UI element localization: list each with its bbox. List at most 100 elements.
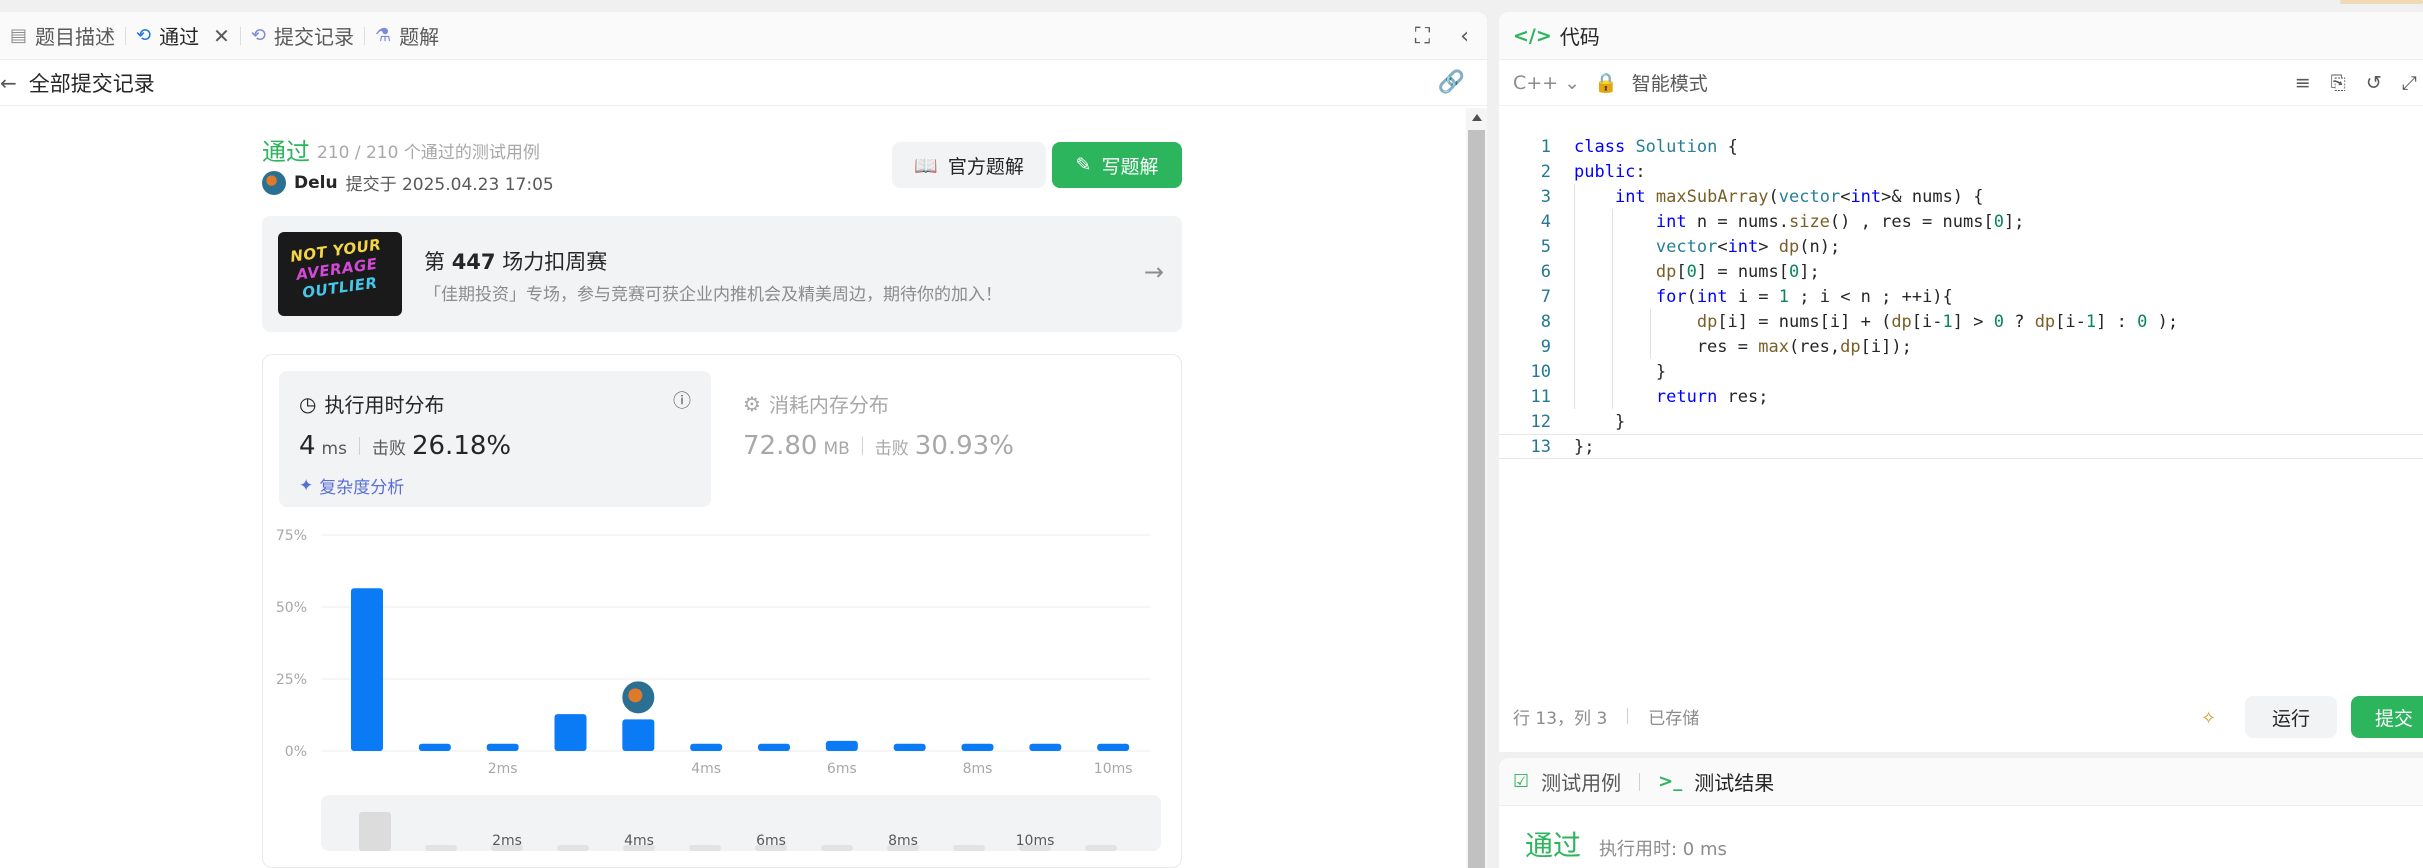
code-line[interactable]: 2 public: <box>1499 159 2423 184</box>
line-number: 8 <box>1540 311 1551 332</box>
code-editor[interactable]: 1 class Solution {2 public: 3 int maxSubArr… <box>1499 106 2423 666</box>
range-bar <box>821 845 853 851</box>
official-solution-button[interactable]: 📖 官方题解 <box>892 142 1046 188</box>
line-number: 2 <box>1540 161 1551 182</box>
left-panel: ▤ 题目描述 ⟲ 通过 ✕ ⟲ 提交记录 ⚗ 题解 ⛶ ‹ ← 全部提交记录 🔗… <box>0 12 1487 868</box>
ai-assistant-icon[interactable]: ✧ <box>2201 708 2216 729</box>
code-text: vector<int> dp(n); <box>1655 236 1841 257</box>
expand-icon[interactable]: ⤢ <box>2402 72 2417 94</box>
save-status: 已存储 <box>1648 708 1700 729</box>
tab-solutions-label: 题解 <box>399 25 440 49</box>
write-solution-label: 写题解 <box>1101 155 1159 178</box>
code-line[interactable]: 7 for(int i = 1 ; i < n ; ++i){ <box>1499 284 2423 309</box>
code-text: public: <box>1574 161 1646 182</box>
submit-button[interactable]: 提交 <box>2351 696 2423 738</box>
memory-title-label: 消耗内存分布 <box>768 393 889 417</box>
code-text: }; <box>1574 436 1595 457</box>
indent-guide <box>1574 184 1575 409</box>
scrollbar-thumb[interactable] <box>1468 130 1485 868</box>
collapse-left-icon[interactable]: ‹ <box>1460 24 1469 49</box>
reset-icon[interactable]: ↺ <box>2366 72 2382 94</box>
fullscreen-icon[interactable]: ⛶ <box>1415 24 1430 49</box>
tab-solutions[interactable]: ⚗ 题解 <box>365 12 449 60</box>
language-select[interactable]: C++ ⌄ <box>1513 72 1580 94</box>
runtime-title-label: 执行用时分布 <box>324 393 445 417</box>
chart-bar <box>1029 743 1062 751</box>
runtime-box[interactable]: ◷ 执行用时分布 ⓘ 4 ms 击败 26.18% ✦ 复杂度分析 <box>279 371 711 507</box>
code-line[interactable]: 8 dp[i] = nums[i] + (dp[i-1] > 0 ? dp[i-… <box>1499 309 2423 334</box>
code-line[interactable]: 11 return res; <box>1499 384 2423 409</box>
memory-unit: MB <box>823 439 850 459</box>
code-line[interactable]: 12 } <box>1499 409 2423 434</box>
x-tick-label: 2ms <box>488 761 518 777</box>
runtime-unit: ms <box>321 439 347 459</box>
runtime-value: 4 ms 击败 26.18% <box>299 431 511 461</box>
code-text: } <box>1574 361 1667 382</box>
avatar[interactable] <box>262 170 286 195</box>
y-tick-label: 0% <box>285 744 307 760</box>
code-line[interactable]: 5 vector<int> dp(n); <box>1499 234 2423 259</box>
contest-banner[interactable]: NOT YOUR AVERAGE OUTLIER 第 447 场力扣周赛 「佳期… <box>262 216 1182 332</box>
line-number: 6 <box>1540 261 1551 282</box>
chart-bar <box>554 714 587 751</box>
line-number: 10 <box>1530 361 1551 382</box>
write-solution-button[interactable]: ✎ 写题解 <box>1052 142 1182 188</box>
user-name[interactable]: Delu <box>294 173 338 193</box>
official-solution-label: 官方题解 <box>947 155 1024 178</box>
range-bar <box>689 845 721 851</box>
range-mini-chart[interactable]: 2ms 4ms 6ms 8ms 10ms <box>321 795 1161 851</box>
tab-description[interactable]: ▤ 题目描述 <box>0 12 125 60</box>
status-title: 通过 <box>262 138 310 166</box>
code-line[interactable]: 3 int maxSubArray(vector<int>& nums) { <box>1499 184 2423 209</box>
runtime-number: 4 <box>299 431 316 461</box>
bookmark-icon[interactable]: ⎘ <box>2331 72 2346 94</box>
submit-time: 提交于 2025.04.23 17:05 <box>345 175 554 195</box>
format-icon[interactable]: ≡ <box>2295 72 2311 94</box>
smart-mode-toggle[interactable]: 智能模式 <box>1632 69 1708 96</box>
app-root: ▤ 题目描述 ⟲ 通过 ✕ ⟲ 提交记录 ⚗ 题解 ⛶ ‹ ← 全部提交记录 🔗… <box>0 0 2423 868</box>
link-icon[interactable]: 🔗 <box>1438 70 1465 95</box>
range-bar <box>1085 845 1117 851</box>
code-line[interactable]: 13}; <box>1499 434 2423 459</box>
tab-accepted[interactable]: ⟲ 通过 ✕ <box>126 12 240 60</box>
chart-bar <box>961 743 994 751</box>
result-panel: ☑ 测试用例 >_ 测试结果 通过 执行用时: 0 ms <box>1499 758 2423 868</box>
tab-testcases[interactable]: 测试用例 <box>1541 767 1621 796</box>
all-submissions-link[interactable]: 全部提交记录 <box>29 68 155 98</box>
info-icon[interactable]: ⓘ <box>673 387 691 413</box>
code-text: int maxSubArray(vector<int>& nums) { <box>1614 186 1984 207</box>
run-button[interactable]: 运行 <box>2245 696 2337 738</box>
range-selector[interactable]: 2ms 4ms 6ms 8ms 10ms <box>321 795 1161 851</box>
tab-submissions-label: 提交记录 <box>273 25 354 49</box>
code-text: for(int i = 1 ; i < n ; ++i){ <box>1655 286 1953 307</box>
code-line[interactable]: 6 dp[0] = nums[0]; <box>1499 259 2423 284</box>
tab-divider <box>1639 772 1641 791</box>
range-tick-label: 10ms <box>1016 833 1055 849</box>
back-arrow-icon[interactable]: ← <box>0 71 17 95</box>
flask-icon: ⚗ <box>374 25 392 46</box>
arrow-right-icon[interactable]: → <box>1144 258 1164 286</box>
scroll-up-arrow[interactable] <box>1472 114 1482 121</box>
code-tab[interactable]: </> 代码 <box>1499 12 2423 60</box>
runtime-beat-label: 击败 <box>371 439 406 459</box>
x-tick-label: 6ms <box>827 761 857 777</box>
tabbar-actions: ⛶ ‹ <box>1415 12 1469 60</box>
line-number: 13 <box>1530 436 1551 457</box>
close-icon[interactable]: ✕ <box>213 24 230 48</box>
code-line[interactable]: 4 int n = nums.size() , res = nums[0]; <box>1499 209 2423 234</box>
memory-title[interactable]: ⚙ 消耗内存分布 <box>743 389 889 418</box>
banner-title: 第 447 场力扣周赛 <box>424 246 607 276</box>
tab-submissions[interactable]: ⟲ 提交记录 <box>241 12 364 60</box>
contest-banner-image: NOT YOUR AVERAGE OUTLIER <box>278 232 402 316</box>
code-line[interactable]: 1 class Solution { <box>1499 134 2423 159</box>
code-panel: </> 代码 C++ ⌄ 🔒 智能模式 ≡ ⎘ ↺ ⤢ 1 class Solut… <box>1499 12 2423 752</box>
code-line[interactable]: 10 } <box>1499 359 2423 384</box>
left-scrollbar[interactable] <box>1466 108 1487 868</box>
tab-test-results[interactable]: 测试结果 <box>1694 767 1774 796</box>
chart-bar <box>1097 743 1130 751</box>
range-bar <box>953 845 985 851</box>
complexity-analysis-link[interactable]: ✦ 复杂度分析 <box>299 473 404 499</box>
indent-guide <box>1612 209 1613 409</box>
checkbox-icon: ☑ <box>1513 771 1530 792</box>
code-line[interactable]: 9 res = max(res,dp[i]); <box>1499 334 2423 359</box>
